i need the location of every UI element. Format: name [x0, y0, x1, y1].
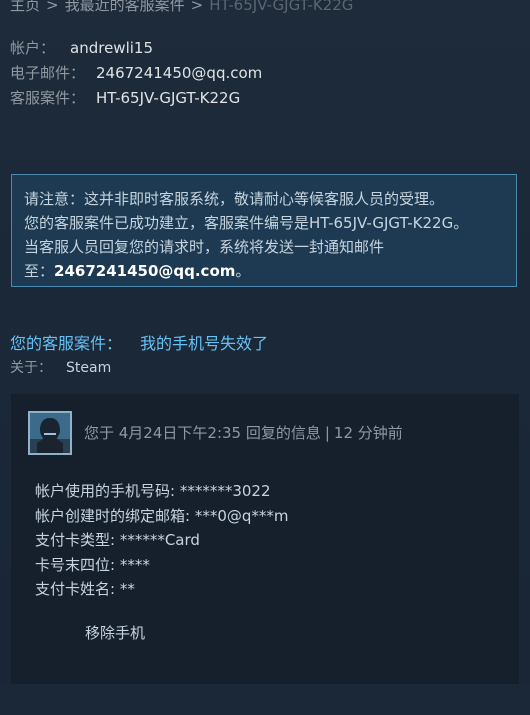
case-value: HT-65JV-GJGT-K22G [96, 89, 241, 107]
remove-phone-link[interactable]: 移除手机 [85, 622, 145, 643]
message-header: 您于 4月24日下午2:35 回复的信息 | 12 分钟前 [84, 422, 403, 443]
about-label: 关于： [10, 360, 52, 376]
notice-line-3: 当客服人员回复您的请求时，系统将发送一封通知邮件 [24, 238, 385, 256]
about-value: Steam [66, 360, 112, 376]
notice-email-prefix: 至： [24, 262, 55, 280]
account-row: 帐户： andrewli15 [10, 37, 262, 62]
message-line: 支付卡类型: ******Card [35, 531, 200, 549]
notice-email-suffix: 。 [235, 262, 251, 280]
case-label: 客服案件： [10, 89, 86, 107]
case-title-value: 我的手机号失效了 [140, 334, 269, 353]
account-label: 帐户： [10, 39, 56, 57]
account-info: 帐户： andrewli15 电子邮件： 2467241450@qq.com 客… [10, 37, 262, 112]
breadcrumb: 主页 > 我最近的客服案件 > HT-65JV-GJGT-K22G [10, 0, 353, 15]
case-title-label: 您的客服案件： [10, 334, 123, 353]
breadcrumb-separator: > [190, 0, 204, 14]
case-title: 您的客服案件： 我的手机号失效了 [10, 330, 268, 354]
message-date: 您于 4月24日下午2:35 回复的信息 [84, 424, 321, 442]
support-case-page: 主页 > 我最近的客服案件 > HT-65JV-GJGT-K22G 帐户： an… [0, 0, 530, 715]
message-line: 卡号末四位: **** [35, 555, 150, 574]
breadcrumb-separator: > [46, 0, 59, 14]
message-ago: 12 分钟前 [333, 424, 403, 442]
breadcrumb-current: HT-65JV-GJGT-K22G [209, 0, 354, 14]
notice-email: 2467241450@qq.com [54, 262, 236, 280]
message-line: 帐户使用的手机号码: *******3022 [35, 482, 271, 500]
avatar [28, 411, 72, 455]
email-row: 电子邮件： 2467241450@qq.com [10, 62, 262, 87]
message-body: 帐户使用的手机号码: *******3022 帐户创建时的绑定邮箱: ***0@… [35, 479, 289, 602]
message-line: 支付卡姓名: ** [35, 580, 135, 598]
email-label: 电子邮件： [10, 64, 86, 82]
breadcrumb-recent-cases-link[interactable]: 我最近的客服案件 [65, 0, 185, 15]
notice-box: 请注意：这并非即时客服系统，敬请耐心等候客服人员的受理。 您的客服案件已成功建立… [11, 174, 517, 287]
account-value: andrewli15 [70, 39, 153, 57]
email-value: 2467241450@qq.com [96, 64, 263, 82]
case-about: 关于： Steam [10, 357, 111, 377]
notice-line-1: 请注意：这并非即时客服系统，敬请耐心等候客服人员的受理。 [24, 190, 445, 208]
case-row: 客服案件： HT-65JV-GJGT-K22G [10, 87, 262, 112]
message-box: 您于 4月24日下午2:35 回复的信息 | 12 分钟前 帐户使用的手机号码: *… [11, 394, 519, 684]
avatar-image [30, 413, 70, 453]
message-header-separator: | [324, 424, 330, 442]
page-bottom [0, 684, 530, 715]
notice-line-2: 您的客服案件已成功建立，客服案件编号是HT-65JV-GJGT-K22G。 [24, 214, 469, 232]
breadcrumb-home-link[interactable]: 主页 [10, 0, 40, 15]
notice-line-4: 至：2467241450@qq.com。 [24, 259, 504, 283]
message-line: 帐户创建时的绑定邮箱: ***0@q***m [35, 506, 289, 525]
